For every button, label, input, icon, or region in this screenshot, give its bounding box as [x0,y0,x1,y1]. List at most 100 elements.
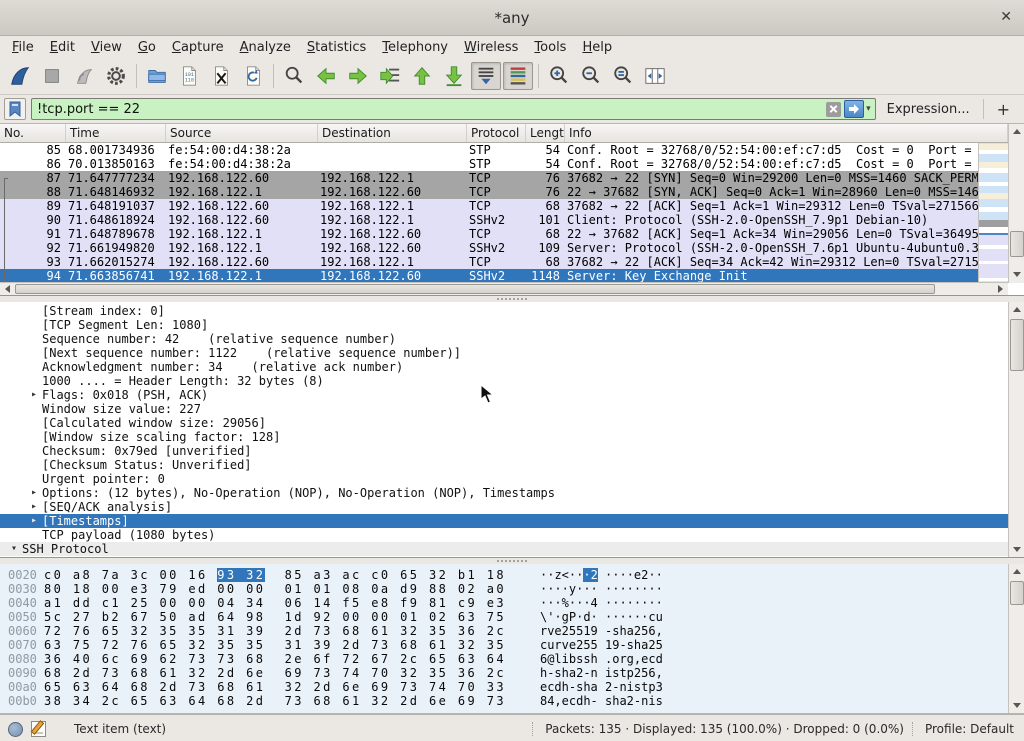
go-forward-button[interactable] [343,62,373,90]
hex-row-00a0[interactable]: 00a065 63 64 68 2d 73 68 61 32 2d 6e 69 … [0,680,1008,694]
reload-file-button[interactable] [238,62,268,90]
hex-row-0060[interactable]: 006072 76 65 32 35 35 31 39 2d 73 68 61 … [0,624,1008,638]
colorize-button[interactable] [503,62,533,90]
go-back-button[interactable] [311,62,341,90]
menu-tools[interactable]: Tools [526,38,574,57]
detail-row[interactable]: [Next sequence number: 1122 (relative se… [0,346,1008,360]
scroll-thumb[interactable] [15,284,935,294]
zoom-out-button[interactable] [576,62,606,90]
zoom-in-button[interactable] [544,62,574,90]
detail-row[interactable]: 1000 .... = Header Length: 32 bytes (8) [0,374,1008,388]
zoom-original-button[interactable] [608,62,638,90]
column-header-info[interactable]: Info [565,124,1008,142]
go-to-packet-button[interactable] [375,62,405,90]
packet-row-93[interactable]: 9371.662015274192.168.122.60192.168.122.… [0,255,978,269]
packet-row-87[interactable]: 8771.647777234192.168.122.60192.168.122.… [0,171,978,185]
scroll-up-icon[interactable] [1010,565,1024,578]
details-vscrollbar[interactable] [1008,302,1024,558]
packet-row-89[interactable]: 8971.648191037192.168.122.60192.168.122.… [0,199,978,213]
detail-row[interactable]: Sequence number: 42 (relative sequence n… [0,332,1008,346]
start-capture-button[interactable] [5,62,35,90]
menu-statistics[interactable]: Statistics [299,38,374,57]
column-header-no[interactable]: No. [0,124,66,142]
packet-list-minimap[interactable] [978,124,1008,283]
column-header-source[interactable]: Source [166,124,318,142]
clear-filter-icon[interactable] [826,102,841,117]
scroll-down-icon[interactable] [1010,268,1024,281]
detail-row[interactable]: ▸Flags: 0x018 (PSH, ACK) [0,388,1008,402]
packet-row-85[interactable]: 8568.001734936fe:54:00:d4:38:2aSTP54Conf… [0,143,978,157]
menu-wireless[interactable]: Wireless [456,38,526,57]
detail-row[interactable]: TCP payload (1080 bytes) [0,528,1008,542]
detail-row[interactable]: [Stream index: 0] [0,304,1008,318]
menu-go[interactable]: Go [130,38,164,57]
hex-row-0090[interactable]: 009068 2d 73 68 61 32 2d 6e 69 73 74 70 … [0,666,1008,680]
expander-down-icon[interactable]: ▾ [6,542,22,556]
detail-row[interactable]: ▸[Timestamps] [0,514,1008,528]
expander-right-icon[interactable]: ▸ [26,388,42,402]
scroll-thumb[interactable] [1010,319,1024,371]
save-file-button[interactable]: 101110 [174,62,204,90]
packet-list-hscrollbar[interactable] [0,282,1008,295]
hex-row-0030[interactable]: 003080 18 00 e3 79 ed 00 00 01 01 08 0a … [0,582,1008,596]
detail-row[interactable]: Urgent pointer: 0 [0,472,1008,486]
detail-row[interactable]: Window size value: 227 [0,402,1008,416]
detail-row[interactable]: Checksum: 0x79ed [unverified] [0,444,1008,458]
hex-row-0020[interactable]: 0020c0 a8 7a 3c 00 16 93 32 85 a3 ac c0 … [0,568,1008,582]
hex-row-00b0[interactable]: 00b038 34 2c 65 63 64 68 2d 73 68 61 32 … [0,694,1008,708]
filter-dropdown-caret-icon[interactable]: ▾ [866,104,875,114]
hex-row-0050[interactable]: 00505c 27 b2 67 50 ad 64 98 1d 92 00 00 … [0,610,1008,624]
column-header-destination[interactable]: Destination [318,124,467,142]
expert-info-icon[interactable] [8,722,23,737]
bytes-vscrollbar[interactable] [1008,564,1024,714]
detail-row[interactable]: Acknowledgment number: 34 (relative ack … [0,360,1008,374]
scroll-thumb[interactable] [1010,231,1024,257]
go-last-button[interactable] [439,62,469,90]
scroll-up-icon[interactable] [1010,125,1024,138]
column-header-length[interactable]: Length [526,124,565,142]
stop-capture-button[interactable] [37,62,67,90]
add-filter-button[interactable]: + [989,100,1018,119]
apply-filter-button[interactable] [844,100,864,118]
hex-row-0040[interactable]: 0040a1 dd c1 25 00 00 04 34 06 14 f5 e8 … [0,596,1008,610]
detail-row[interactable]: [TCP Segment Len: 1080] [0,318,1008,332]
menu-file[interactable]: File [4,38,42,57]
expression-button[interactable]: Expression... [881,102,978,117]
column-header-protocol[interactable]: Protocol [467,124,526,142]
auto-scroll-button[interactable] [471,62,501,90]
detail-row[interactable]: ▸[SEQ/ACK analysis] [0,500,1008,514]
status-profile[interactable]: Profile: Default [912,722,1014,736]
filter-input[interactable]: !tcp.port == 22 ▾ [31,98,876,120]
close-file-button[interactable] [206,62,236,90]
column-header-time[interactable]: Time [66,124,166,142]
expander-right-icon[interactable]: ▸ [26,486,42,500]
packet-list-vscrollbar[interactable] [1008,124,1024,283]
find-packet-button[interactable] [279,62,309,90]
packet-row-86[interactable]: 8670.013850163fe:54:00:d4:38:2aSTP54Conf… [0,157,978,171]
menu-capture[interactable]: Capture [164,38,232,57]
hex-row-0070[interactable]: 007063 75 72 76 65 32 35 35 31 39 2d 73 … [0,638,1008,652]
menu-help[interactable]: Help [574,38,620,57]
filter-bookmark-button[interactable] [4,98,26,120]
titlebar[interactable]: *any ✕ [0,0,1024,36]
capture-comment-icon[interactable] [31,721,46,737]
menu-edit[interactable]: Edit [42,38,83,57]
resize-columns-button[interactable] [640,62,670,90]
expander-right-icon[interactable]: ▸ [26,500,42,514]
go-first-button[interactable] [407,62,437,90]
packet-row-91[interactable]: 9171.648789678192.168.122.1192.168.122.6… [0,227,978,241]
detail-row[interactable]: [Checksum Status: Unverified] [0,458,1008,472]
capture-options-button[interactable] [101,62,131,90]
menu-view[interactable]: View [83,38,130,57]
detail-row[interactable]: ▾SSH Protocol [0,542,1008,556]
packet-row-94[interactable]: 9471.663856741192.168.122.1192.168.122.6… [0,269,978,283]
scroll-thumb[interactable] [1010,581,1024,605]
detail-row[interactable]: ▸Options: (12 bytes), No-Operation (NOP)… [0,486,1008,500]
packet-row-88[interactable]: 8871.648146932192.168.122.1192.168.122.6… [0,185,978,199]
hex-row-0080[interactable]: 008036 40 6c 69 62 73 73 68 2e 6f 72 67 … [0,652,1008,666]
detail-row[interactable]: [Calculated window size: 29056] [0,416,1008,430]
restart-capture-button[interactable] [69,62,99,90]
expander-right-icon[interactable]: ▸ [26,514,42,528]
open-file-button[interactable] [142,62,172,90]
scroll-up-icon[interactable] [1010,303,1024,316]
